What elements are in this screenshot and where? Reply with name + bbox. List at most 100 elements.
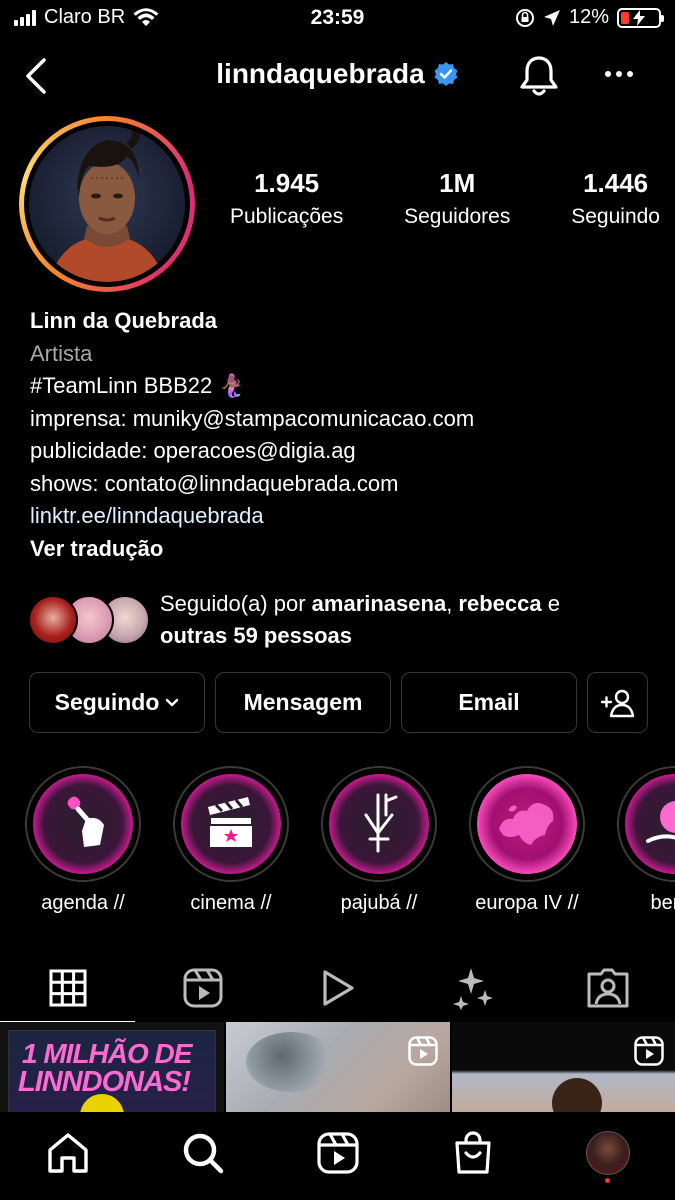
highlight-pajuba[interactable]: pajubá //: [320, 766, 438, 915]
highlight-label: europa IV //: [475, 892, 579, 914]
post-tile[interactable]: [452, 1022, 675, 1114]
highlight-europa[interactable]: europa IV //: [468, 766, 586, 915]
profile-avatar[interactable]: [19, 116, 195, 292]
following-button-label: Seguindo: [54, 689, 160, 715]
location-icon: [543, 9, 560, 26]
bio-line-team: #TeamLinn BBB22 🧜🏾‍♀️: [30, 373, 246, 398]
bio-line-press: imprensa: muniky@stampacomunicacao.com: [30, 405, 475, 431]
posts-count: 1.945: [254, 168, 320, 198]
followers-label: Seguidores: [404, 205, 511, 228]
username-group: linndaquebrada: [0, 58, 675, 90]
suggested-users-button[interactable]: [587, 672, 648, 733]
following-count: 1.446: [583, 168, 649, 198]
search-icon: [183, 1133, 223, 1174]
reels-icon: [183, 968, 222, 1008]
reels-badge-icon: [408, 1036, 438, 1066]
followers-count: 1M: [439, 168, 476, 198]
profile-header: linndaquebrada: [0, 48, 675, 104]
tab-reels[interactable]: [135, 955, 270, 1021]
mutual-user-1[interactable]: amarinasena: [312, 591, 447, 616]
more-icon: [605, 71, 633, 77]
tagged-person-icon: [587, 968, 628, 1008]
display-name: Linn da Quebrada: [30, 308, 218, 333]
clapperboard-icon: [208, 797, 253, 847]
charging-icon: [633, 9, 645, 26]
posts-grid: 1 MILHÃO DE LINNDONAS!: [0, 1022, 675, 1114]
message-button[interactable]: Mensagem: [215, 672, 391, 733]
post-tile[interactable]: [226, 1022, 450, 1114]
category-label: Artista: [30, 340, 93, 366]
chevron-down-icon: [166, 698, 179, 706]
reels-icon: [316, 1132, 359, 1174]
more-options-button[interactable]: [604, 66, 634, 84]
bell-icon: [520, 56, 558, 96]
sparkles-icon: [452, 968, 493, 1010]
highlight-label: cinema //: [190, 892, 272, 914]
nav-home[interactable]: [38, 1123, 98, 1183]
email-button[interactable]: Email: [401, 672, 577, 733]
battery-percent: 12%: [568, 6, 609, 28]
mutual-others[interactable]: outras 59 pessoas: [160, 623, 352, 648]
username: linndaquebrada: [216, 58, 425, 89]
tab-videos[interactable]: [270, 955, 405, 1021]
bio-link[interactable]: linktr.ee/linndaquebrada: [30, 500, 650, 533]
story-highlights: agenda // cinema // pajubá // europa IV …: [24, 766, 675, 916]
nav-reels[interactable]: [308, 1123, 368, 1183]
notifications-button[interactable]: [518, 54, 560, 105]
tab-tagged[interactable]: [540, 955, 675, 1021]
mutual-user-2[interactable]: rebecca: [458, 591, 541, 616]
highlight-label: agenda //: [41, 892, 125, 914]
status-right: 12%: [515, 6, 664, 29]
shop-icon: [454, 1131, 491, 1174]
battery-fill: [621, 11, 629, 24]
tab-posts[interactable]: [0, 955, 135, 1023]
stat-following[interactable]: 1.446 Seguindo: [571, 168, 660, 229]
message-button-label: Mensagem: [243, 689, 363, 715]
nav-shop[interactable]: [443, 1123, 503, 1183]
globe-hand-icon: [646, 801, 675, 843]
see-translation-link[interactable]: Ver tradução: [30, 533, 650, 566]
symbol-icon: [364, 793, 398, 853]
bio-line-shows: shows: contato@linndaquebrada.com: [30, 470, 399, 496]
stat-posts[interactable]: 1.945 Publicações: [230, 168, 343, 229]
europe-map-icon: [499, 803, 554, 845]
nav-profile[interactable]: [578, 1123, 638, 1183]
verified-badge-icon: [434, 62, 458, 86]
highlight-agenda[interactable]: agenda //: [24, 766, 142, 915]
mutual-avatar-1: [28, 595, 78, 645]
tab-effects[interactable]: [405, 955, 540, 1021]
email-button-label: Email: [458, 689, 520, 715]
highlight-berlin[interactable]: berlin: [616, 766, 675, 915]
status-bar: Claro BR 23:59 12%: [0, 0, 675, 40]
content-tabs: [0, 955, 675, 1023]
portrait-image: [49, 126, 165, 282]
highlight-label: pajubá //: [340, 892, 418, 914]
followed-by[interactable]: Seguido(a) por amarinasena, rebecca e out…: [28, 588, 658, 652]
profile-bio: Linn da Quebrada Artista #TeamLinn BBB22…: [30, 305, 650, 565]
profile-actions: Seguindo Mensagem Email: [29, 672, 648, 733]
bottom-navigation: [0, 1112, 675, 1200]
battery-icon: [617, 7, 664, 28]
profile-avatar-small: [585, 1131, 630, 1175]
grid-icon: [49, 969, 86, 1007]
followed-by-text: Seguido(a) por amarinasena, rebecca e out…: [160, 591, 560, 648]
profile-stats: 1.945 Publicações 1M Seguidores 1.446 Se…: [230, 168, 660, 229]
notification-dot: [604, 1178, 610, 1183]
profile-photo: [29, 126, 185, 282]
post-tile[interactable]: 1 MILHÃO DE LINNDONAS!: [0, 1022, 224, 1114]
reels-badge-icon: [634, 1036, 664, 1066]
highlight-label: berlin: [650, 892, 675, 914]
highlight-cinema[interactable]: cinema //: [172, 766, 290, 915]
posts-label: Publicações: [230, 205, 344, 228]
mutual-avatars: [28, 593, 150, 647]
following-label: Seguindo: [571, 205, 660, 228]
rotation-lock-icon: [515, 8, 534, 27]
bio-line-advertising: publicidade: operacoes@digia.ag: [30, 438, 356, 463]
microphone-fist-icon: [67, 796, 104, 847]
nav-search[interactable]: [173, 1123, 233, 1183]
add-person-icon: [600, 689, 634, 717]
stat-followers[interactable]: 1M Seguidores: [404, 168, 510, 229]
following-button[interactable]: Seguindo: [29, 672, 205, 733]
video-play-icon: [322, 970, 354, 1006]
home-icon: [47, 1133, 88, 1173]
